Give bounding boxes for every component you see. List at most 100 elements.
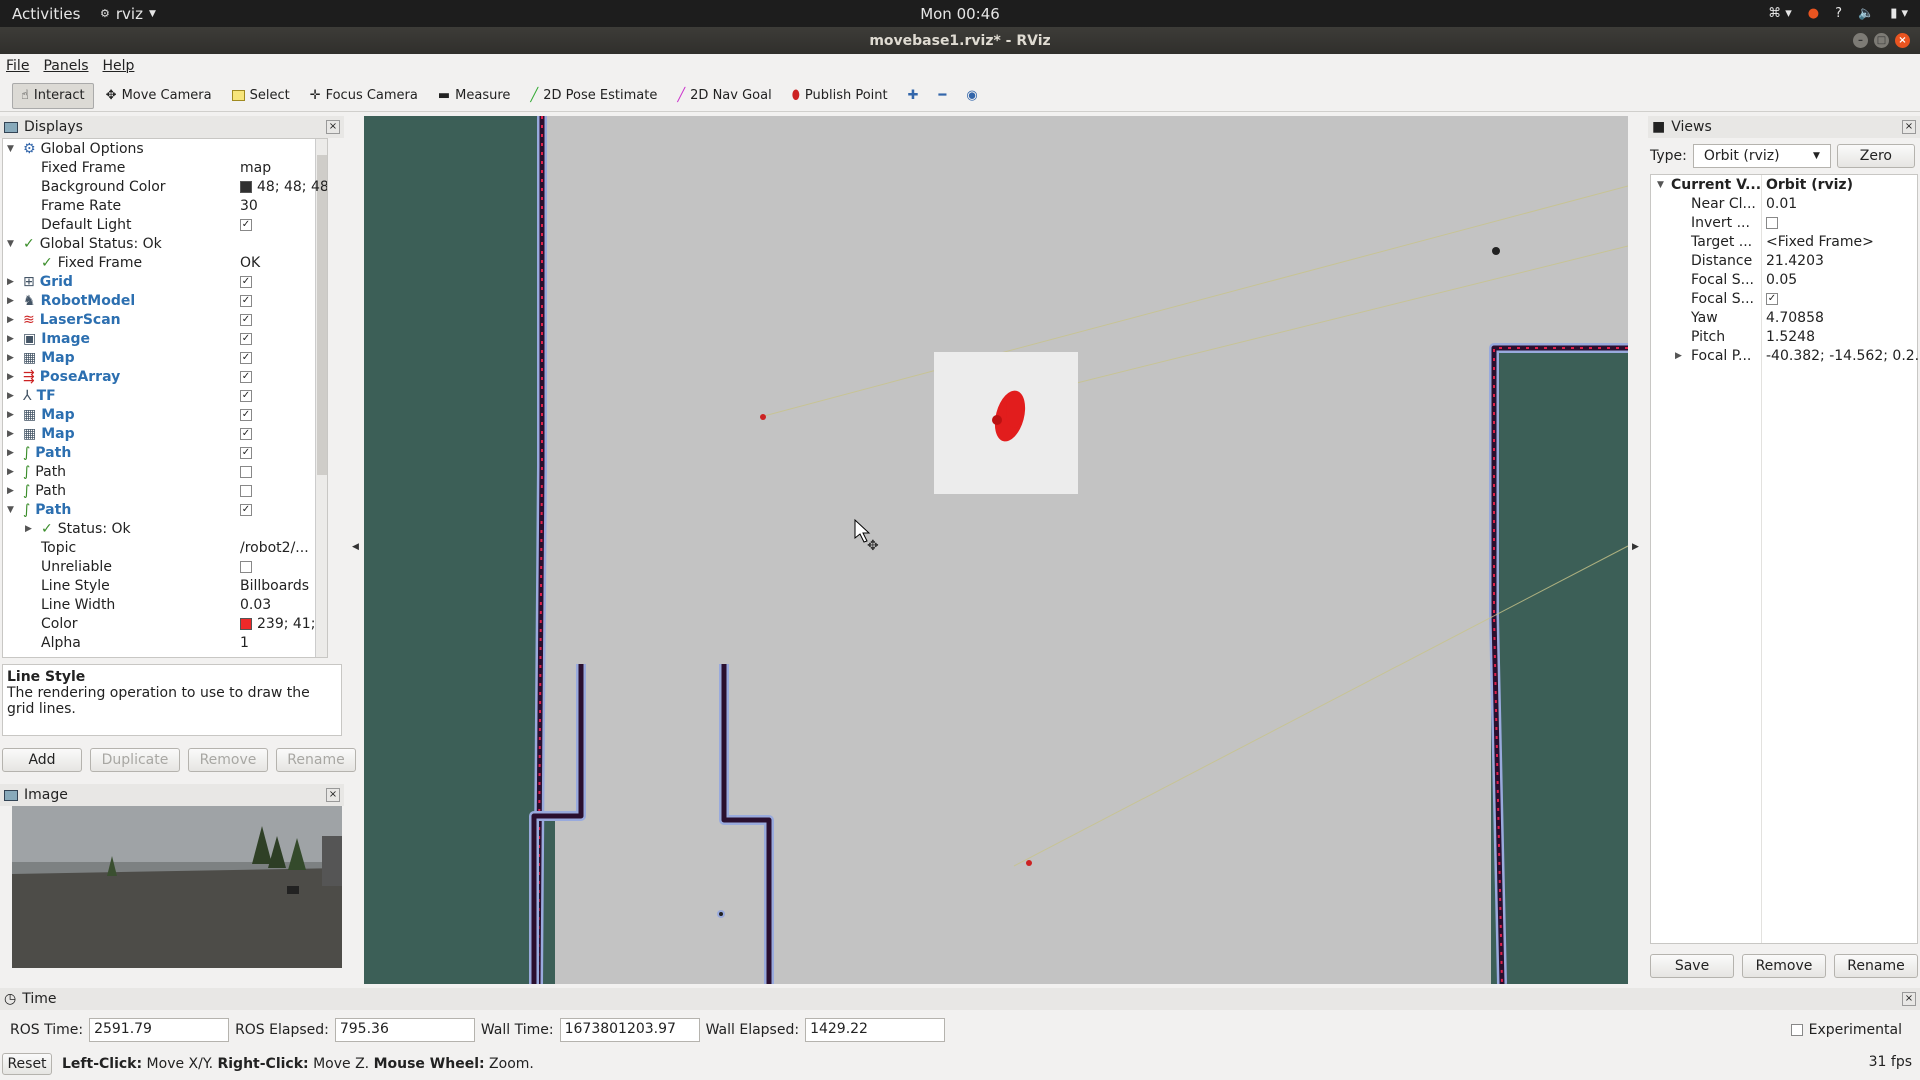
display-row[interactable]: ▶ ▦ Map ✓ [3, 405, 327, 424]
property-checkbox[interactable]: ✓ [1766, 292, 1778, 305]
display-row[interactable]: ▶ ⅄ TF ✓ [3, 386, 327, 405]
view-property-value[interactable]: Orbit (rviz) [1766, 177, 1853, 193]
view-property-row[interactable]: ▶ Focal P... -40.382; -14.562; 0.2... [1651, 346, 1920, 365]
display-value[interactable]: Billboards [240, 578, 309, 594]
view-property-value[interactable]: 0.05 [1766, 272, 1797, 288]
close-panel-icon[interactable]: × [326, 120, 340, 134]
display-row[interactable]: ▶ ▣ Image ✓ [3, 329, 327, 348]
collapse-arrow-icon[interactable]: ▶ [7, 448, 17, 458]
display-value[interactable]: 48; 48; 48 [240, 179, 327, 195]
display-row[interactable]: ▶ ▦ Map ✓ [3, 424, 327, 443]
app-menu[interactable]: ⚙ rviz ▼ [100, 5, 156, 23]
display-value[interactable]: ✓ [240, 503, 252, 516]
wall-time-field[interactable]: 1673801203.97 [559, 1018, 700, 1042]
collapse-arrow-icon[interactable]: ▶ [7, 429, 17, 439]
collapse-left-arrow-icon[interactable]: ◀ [352, 542, 359, 552]
tool-properties-button[interactable]: ◉ [958, 83, 985, 109]
display-value[interactable]: /robot2/... [240, 540, 309, 556]
display-value[interactable]: ✓ [240, 446, 252, 459]
collapse-arrow-icon[interactable]: ▶ [7, 315, 17, 325]
display-value[interactable] [240, 465, 252, 478]
display-value[interactable]: ✓ [240, 370, 252, 383]
view-property-value[interactable]: 21.4203 [1766, 253, 1824, 269]
display-row[interactable]: Line Width 0.03 [3, 595, 327, 614]
display-row[interactable]: ▶ ∫ Path [3, 481, 327, 500]
view-type-select[interactable]: Orbit (rviz) ▼ [1692, 144, 1831, 168]
tool-2d-nav-goal[interactable]: ╱ 2D Nav Goal [669, 83, 779, 109]
keyboard-icon[interactable]: ⌘ ▾ [1768, 6, 1792, 21]
wall-elapsed-field[interactable]: 1429.22 [805, 1018, 946, 1042]
add-button[interactable]: Add [2, 748, 82, 772]
view-property-value[interactable]: -40.382; -14.562; 0.2... [1766, 348, 1920, 364]
help-icon[interactable]: ? [1835, 6, 1842, 21]
collapse-arrow-icon[interactable]: ▶ [25, 524, 35, 534]
zero-button[interactable]: Zero [1836, 144, 1915, 168]
display-value[interactable]: ✓ [240, 389, 252, 402]
clock[interactable]: Mon 00:46 [0, 5, 1920, 23]
display-value[interactable]: map [240, 160, 271, 176]
enable-checkbox[interactable] [240, 465, 252, 478]
display-row[interactable]: ▼ ∫ Path ✓ [3, 500, 327, 519]
update-icon[interactable]: ● [1808, 6, 1819, 21]
menu-panels[interactable]: Panels [43, 58, 88, 74]
display-value[interactable]: ✓ [240, 218, 252, 231]
add-tool-button[interactable]: ✚ [900, 83, 927, 109]
view-property-row[interactable]: Focal S... ✓ [1651, 289, 1917, 308]
display-row[interactable]: ▶ ✓ Status: Ok [3, 519, 327, 538]
enable-checkbox[interactable]: ✓ [240, 218, 252, 231]
enable-checkbox[interactable]: ✓ [240, 351, 252, 364]
display-value[interactable]: ✓ [240, 275, 252, 288]
display-row[interactable]: ▶ ⇶ PoseArray ✓ [3, 367, 327, 386]
ros-elapsed-field[interactable]: 795.36 [334, 1018, 475, 1042]
remove-view-button[interactable]: Remove [1742, 954, 1826, 978]
experimental-toggle[interactable]: Experimental [1790, 1022, 1902, 1038]
view-property-value[interactable]: ✓ [1766, 292, 1778, 305]
ros-time-field[interactable]: 2591.79 [89, 1018, 230, 1042]
expand-arrow-icon[interactable]: ▼ [7, 239, 17, 249]
displays-tree[interactable]: ▼ ⚙ Global Options Fixed Frame map Background… [2, 138, 328, 658]
display-value[interactable]: ✓ [240, 294, 252, 307]
save-view-button[interactable]: Save [1650, 954, 1734, 978]
display-row[interactable]: ▶ ≋ LaserScan ✓ [3, 310, 327, 329]
display-row[interactable]: Background Color 48; 48; 48 [3, 177, 327, 196]
rename-view-button[interactable]: Rename [1834, 954, 1918, 978]
expand-arrow-icon[interactable]: ▼ [7, 505, 17, 515]
enable-checkbox[interactable]: ✓ [240, 294, 252, 307]
tool-move-camera[interactable]: ✥ Move Camera [98, 83, 220, 109]
collapse-arrow-icon[interactable]: ▶ [7, 467, 17, 477]
property-checkbox[interactable] [1766, 216, 1778, 229]
tool-focus-camera[interactable]: ✛ Focus Camera [302, 83, 426, 109]
display-row[interactable]: ▶ ⊞ Grid ✓ [3, 272, 327, 291]
close-panel-icon[interactable]: × [1902, 992, 1916, 1006]
expand-arrow-icon[interactable]: ▼ [7, 144, 17, 154]
display-row[interactable]: Alpha 1 [3, 633, 327, 652]
tool-2d-pose-estimate[interactable]: ╱ 2D Pose Estimate [522, 83, 665, 109]
tool-select[interactable]: Select [224, 83, 298, 109]
render-viewport[interactable]: ✥ [364, 116, 1628, 984]
activities-button[interactable]: Activities [0, 5, 100, 23]
display-value[interactable]: ✓ [240, 332, 252, 345]
tool-interact[interactable]: ☝ Interact [12, 82, 94, 109]
display-value[interactable]: 0.03 [240, 597, 271, 613]
view-property-row[interactable]: Invert ... [1651, 213, 1917, 232]
collapse-arrow-icon[interactable]: ▶ [7, 372, 17, 382]
collapse-arrow-icon[interactable]: ▶ [7, 410, 17, 420]
maximize-button[interactable]: □ [1874, 33, 1889, 48]
view-property-row[interactable]: Focal S... 0.05 [1651, 270, 1917, 289]
view-property-row[interactable]: Pitch 1.5248 [1651, 327, 1917, 346]
display-row[interactable]: Frame Rate 30 [3, 196, 327, 215]
display-value[interactable]: 30 [240, 198, 258, 214]
tool-measure[interactable]: ▬ Measure [430, 83, 519, 109]
collapse-arrow-icon[interactable]: ▶ [7, 353, 17, 363]
collapse-arrow-icon[interactable]: ▶ [7, 334, 17, 344]
close-panel-icon[interactable]: × [1902, 120, 1916, 134]
display-value[interactable]: OK [240, 255, 260, 271]
view-property-row[interactable]: Near Cl... 0.01 [1651, 194, 1917, 213]
enable-checkbox[interactable]: ✓ [240, 446, 252, 459]
enable-checkbox[interactable]: ✓ [240, 370, 252, 383]
enable-checkbox[interactable] [240, 560, 252, 573]
close-panel-icon[interactable]: × [326, 788, 340, 802]
enable-checkbox[interactable]: ✓ [240, 503, 252, 516]
experimental-checkbox[interactable] [1790, 1024, 1803, 1036]
close-button[interactable]: × [1895, 33, 1910, 48]
